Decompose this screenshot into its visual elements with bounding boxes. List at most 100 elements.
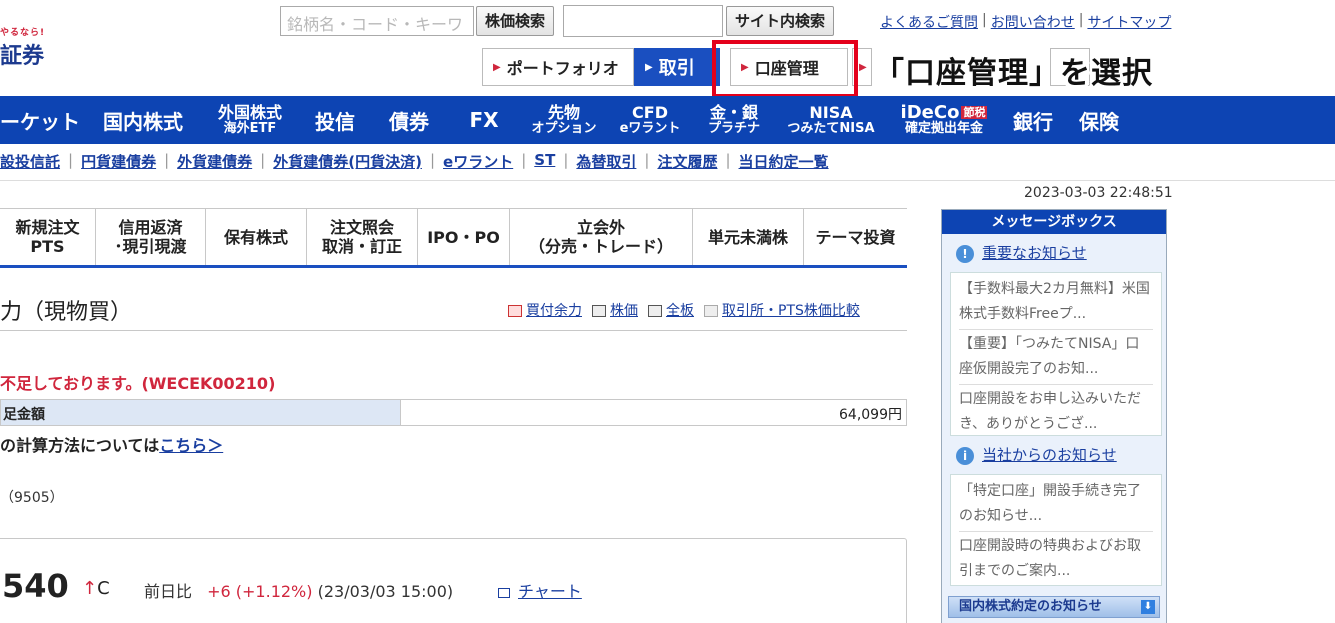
- full-board-label: 全板: [666, 303, 694, 319]
- subnav-item[interactable]: 当日約定一覧: [739, 151, 829, 172]
- nav-futures[interactable]: 先物 オプション: [522, 96, 606, 144]
- download-icon: ⬇: [1141, 600, 1155, 614]
- nav-nisa[interactable]: NISA つみたてNISA: [778, 96, 884, 144]
- subnav-item[interactable]: 円貨建債券: [81, 151, 156, 172]
- separator: |: [68, 151, 74, 169]
- separator: |: [1078, 12, 1084, 28]
- tab-label: 信用返済: [118, 218, 183, 237]
- faq-link[interactable]: よくあるご質問: [880, 12, 978, 32]
- logo[interactable]: 証券: [0, 38, 44, 70]
- nav-cfd[interactable]: CFD eワラント: [610, 96, 690, 144]
- nav-bond-label: 債券: [389, 109, 429, 134]
- subnav-item[interactable]: ST: [534, 151, 555, 172]
- important-notice-label: 重要なお知らせ: [982, 244, 1087, 262]
- window-icon: [648, 305, 662, 317]
- shortage-row: 足金額 64,099円: [0, 399, 907, 426]
- message-box-title: メッセージボックス: [942, 210, 1166, 234]
- sitemap-link[interactable]: サイトマップ: [1087, 12, 1171, 32]
- page-title: 力（現物買）: [0, 300, 133, 325]
- tab-new-order[interactable]: 新規注文 PTS: [0, 209, 96, 265]
- window-icon: [498, 587, 510, 598]
- up-arrow-icon: ↑: [82, 578, 98, 599]
- company-notice-list: 「特定口座」開設手続き完了のお知らせ... 口座開設時の特典およびお取引までのご…: [950, 474, 1162, 586]
- tab-off-floor[interactable]: 立会外 （分売・トレード）: [510, 209, 693, 265]
- nav-gold[interactable]: 金・銀 プラチナ: [694, 96, 774, 144]
- tab-portfolio[interactable]: ▶ ポートフォリオ: [482, 48, 634, 86]
- tab-trade-label: 取引: [658, 58, 695, 79]
- nav-insurance-label: 保険: [1079, 109, 1119, 134]
- calc-link[interactable]: こちら＞: [159, 436, 223, 455]
- tab-ipo-po[interactable]: IPO・PO: [418, 209, 510, 265]
- logo-tagline: やるなら!: [0, 28, 46, 38]
- nav-market[interactable]: ーケット: [0, 96, 80, 144]
- full-board-link[interactable]: 全板: [648, 300, 694, 320]
- tab-portfolio-label: ポートフォリオ: [506, 59, 619, 78]
- trade-tabs: 新規注文 PTS 信用返済 ･現引現渡 保有株式 注文照会 取消・訂正 IPO・PO …: [0, 208, 907, 268]
- separator: |: [521, 151, 527, 169]
- exchange-compare-link[interactable]: 取引所・PTS株価比較: [704, 300, 860, 320]
- subnav-item[interactable]: eワラント: [443, 151, 513, 172]
- nav-fund[interactable]: 投信: [302, 96, 368, 144]
- domestic-execution-notice[interactable]: 国内株式約定のお知らせ ⬇: [948, 596, 1160, 618]
- stock-price-link[interactable]: 株価: [592, 300, 638, 320]
- list-item[interactable]: 口座開設をお申し込みいただき、ありがとうござ...: [959, 387, 1153, 439]
- subnav-item[interactable]: 外貨建債券(円貨決済): [273, 151, 422, 172]
- subnav-item[interactable]: 外貨建債券: [177, 151, 252, 172]
- tab-label: IPO・PO: [427, 227, 500, 247]
- window-icon: [704, 305, 718, 317]
- nav-foreign-stock-l1: 外国株式: [217, 103, 282, 122]
- nav-insurance[interactable]: 保険: [1072, 96, 1126, 144]
- list-item[interactable]: 「特定口座」開設手続き完了のお知らせ...: [959, 479, 1153, 532]
- nav-bond[interactable]: 債券: [376, 96, 442, 144]
- tab-margin-repay[interactable]: 信用返済 ･現引現渡: [96, 209, 206, 265]
- separator: |: [260, 151, 266, 169]
- contact-link[interactable]: お問い合わせ: [991, 12, 1075, 32]
- separator: |: [644, 151, 650, 169]
- nav-fx[interactable]: FX: [454, 96, 514, 144]
- price-time: (23/03/03 15:00): [317, 582, 454, 601]
- info-icon: i: [956, 446, 974, 465]
- nav-domestic-stock[interactable]: 国内株式: [88, 96, 198, 144]
- tab-order-inquiry[interactable]: 注文照会 取消・訂正: [307, 209, 418, 265]
- buying-power-link[interactable]: 買付余力: [508, 300, 582, 320]
- price-panel: [0, 538, 907, 623]
- tab-label: テーマ投資: [815, 227, 896, 247]
- nav-bank[interactable]: 銀行: [1006, 96, 1060, 144]
- highlight-box: [712, 40, 858, 98]
- subnav-item[interactable]: 設投信託: [0, 151, 60, 172]
- calc-text: の計算方法については: [0, 436, 160, 455]
- separator: |: [982, 12, 987, 28]
- sub-nav: 設投信託 | 円貨建債券 | 外貨建債券 | 外貨建債券(円貨決済) | eワラント | …: [0, 151, 829, 172]
- calc-note: の計算方法についてはこちら＞: [0, 432, 223, 456]
- prev-day-label: 前日比: [144, 582, 193, 601]
- buying-power-label: 買付余力: [526, 303, 582, 319]
- company-notice-link[interactable]: i 当社からのお知らせ: [956, 444, 1117, 465]
- site-search-input[interactable]: [563, 5, 723, 37]
- site-search-button[interactable]: サイト内検索: [726, 6, 834, 36]
- nav-futures-l2: オプション: [531, 121, 597, 136]
- separator: |: [429, 151, 436, 169]
- tab-holdings[interactable]: 保有株式: [206, 209, 307, 265]
- important-notice-link[interactable]: ! 重要なお知らせ: [956, 242, 1087, 263]
- tab-label: 新規注文: [15, 218, 80, 237]
- tab-theme-investment[interactable]: テーマ投資: [804, 209, 907, 265]
- list-item[interactable]: 【手数料最大2カ月無料】米国株式手数料Freeプ...: [959, 277, 1153, 330]
- nav-ideco-l2: 確定拠出年金: [904, 121, 983, 136]
- separator: |: [725, 151, 731, 169]
- list-item[interactable]: 口座開設時の特典およびお取引までのご案内...: [959, 534, 1153, 586]
- nav-ideco[interactable]: iDeCo 節税 確定拠出年金: [890, 96, 998, 144]
- tab-odd-lot[interactable]: 単元未満株: [693, 209, 804, 265]
- nav-foreign-stock-l2: 海外ETF: [223, 121, 277, 136]
- subnav-item[interactable]: 為替取引: [576, 151, 636, 172]
- nav-foreign-stock[interactable]: 外国株式 海外ETF: [208, 96, 292, 144]
- current-price: 540: [2, 567, 69, 605]
- stock-search-input[interactable]: 銘柄名・コード・キーワ: [280, 6, 474, 36]
- list-item[interactable]: 【重要】「つみたてNISA」口座仮開設完了のお知...: [959, 332, 1153, 385]
- stock-search-button[interactable]: 株価検索: [476, 6, 554, 36]
- subnav-item[interactable]: 注文履歴: [657, 151, 717, 172]
- tab-label: 立会外: [576, 218, 625, 237]
- tab-trade[interactable]: ▶ 取引: [634, 48, 720, 86]
- nav-cfd-l2: eワラント: [619, 121, 681, 136]
- chart-link[interactable]: チャート: [498, 578, 582, 602]
- nav-nisa-l1: NISA: [809, 103, 853, 122]
